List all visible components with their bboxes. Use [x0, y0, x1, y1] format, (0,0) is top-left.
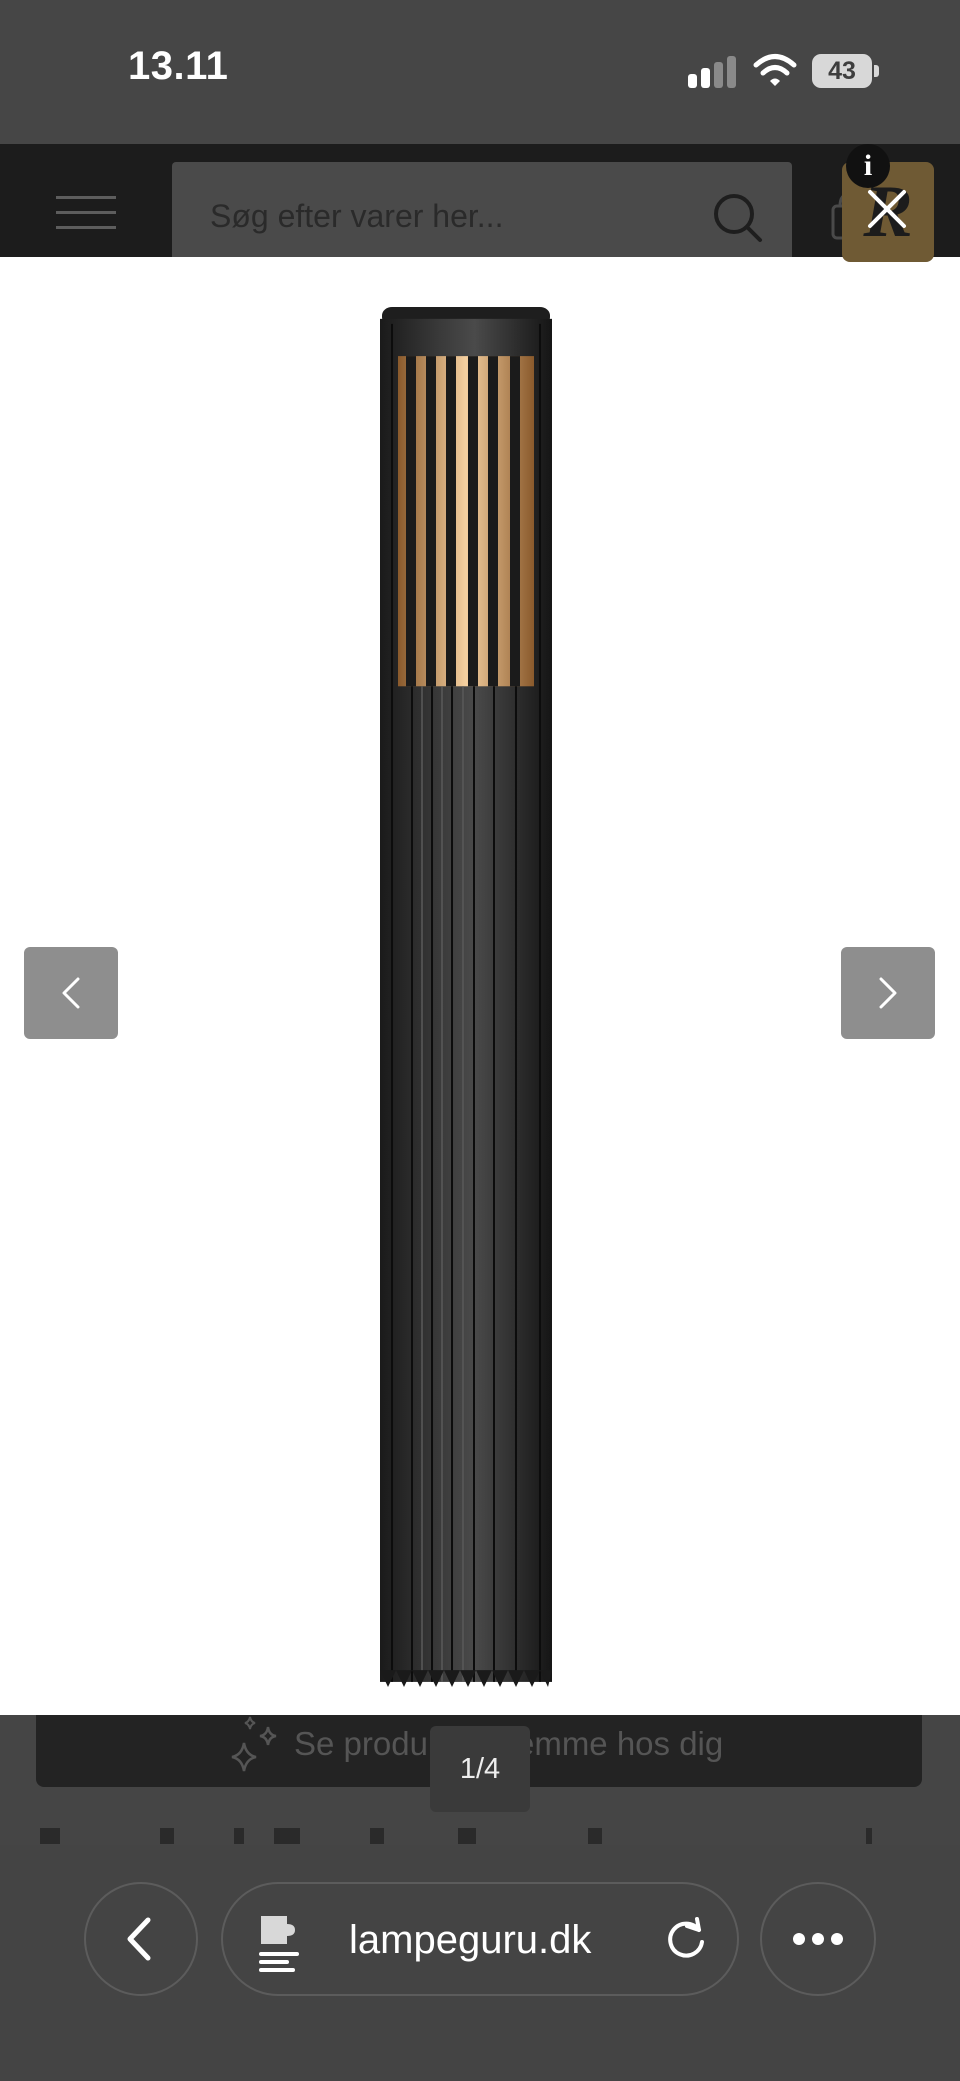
more-options-button[interactable]	[760, 1882, 876, 1996]
product-image-lamp	[380, 307, 552, 1687]
battery-tip	[874, 65, 879, 77]
image-counter: 1/4	[430, 1726, 530, 1812]
browser-back-button[interactable]	[84, 1882, 198, 1996]
search-input[interactable]: Søg efter varer her...	[172, 162, 792, 257]
ellipsis-icon	[793, 1933, 843, 1945]
battery-level: 43	[812, 54, 872, 88]
address-bar[interactable]: lampeguru.dk	[221, 1882, 739, 1996]
search-placeholder: Søg efter varer her...	[210, 198, 504, 234]
menu-line	[56, 211, 116, 214]
wifi-icon	[753, 54, 797, 86]
address-text: lampeguru.dk	[349, 1918, 592, 1962]
battery-indicator: 43	[812, 54, 880, 88]
lightbox-image-area	[0, 257, 960, 1715]
browser-toolbar: lampeguru.dk	[0, 1845, 960, 2081]
page: 13.11 43 Søg efter varer her... i Se pro…	[0, 0, 960, 2081]
status-time: 13.11	[128, 44, 229, 88]
product-title-cutoff	[36, 1828, 916, 1844]
menu-line	[56, 196, 116, 199]
chevron-right-icon	[879, 977, 897, 1009]
search-icon[interactable]	[712, 192, 764, 244]
site-header: Søg efter varer her...	[0, 144, 960, 257]
chevron-left-icon	[62, 977, 80, 1009]
prev-image-button[interactable]	[24, 947, 118, 1039]
hamburger-menu-icon[interactable]	[56, 196, 116, 230]
chevron-left-icon	[127, 1917, 151, 1961]
close-icon[interactable]	[862, 184, 912, 234]
cellular-signal-icon	[688, 56, 736, 88]
sparkle-icon	[231, 1716, 277, 1772]
reload-icon[interactable]	[663, 1916, 709, 1962]
puzzle-icon[interactable]	[257, 1912, 305, 1972]
info-badge[interactable]: i	[846, 144, 890, 188]
menu-line	[56, 226, 116, 229]
next-image-button[interactable]	[841, 947, 935, 1039]
status-bar: 13.11 43	[0, 0, 960, 144]
